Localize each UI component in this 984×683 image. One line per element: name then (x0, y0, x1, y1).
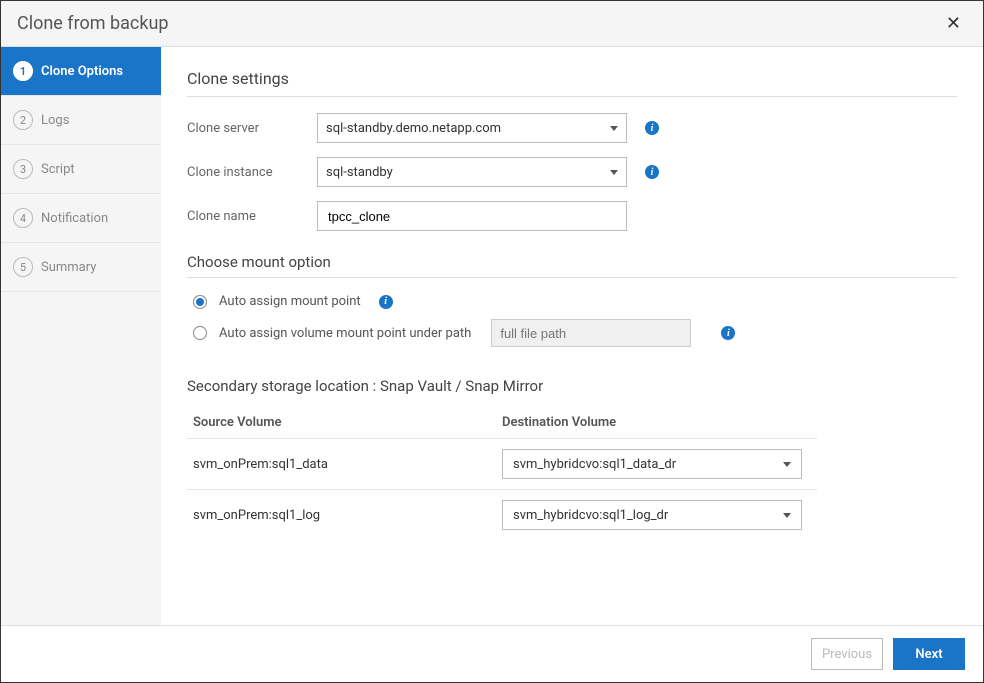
chevron-down-icon (783, 462, 791, 467)
source-volume-cell: svm_onPrem:sql1_log (193, 508, 502, 523)
modal-title: Clone from backup (17, 13, 168, 34)
chevron-down-icon (610, 126, 618, 131)
step-number: 2 (13, 110, 33, 130)
step-label: Logs (41, 113, 69, 128)
table-row: svm_onPrem:sql1_log svm_hybridcvo:sql1_l… (187, 489, 817, 540)
content-area: Clone settings Clone server sql-standby.… (161, 47, 983, 625)
mount-option-auto[interactable]: Auto assign mount point i (193, 294, 957, 309)
clone-instance-row: Clone instance sql-standby i (187, 157, 957, 187)
chevron-down-icon (610, 170, 618, 175)
step-label: Notification (41, 211, 108, 226)
mount-option-heading: Choose mount option (187, 253, 957, 271)
clone-server-label: Clone server (187, 121, 317, 136)
destination-volume-value: svm_hybridcvo:sql1_data_dr (513, 457, 676, 472)
storage-table: Source Volume Destination Volume svm_onP… (187, 407, 817, 540)
clone-server-select[interactable]: sql-standby.demo.netapp.com (317, 113, 627, 143)
divider (187, 277, 957, 278)
source-volume-header: Source Volume (193, 415, 502, 430)
wizard-nav: 1 Clone Options 2 Logs 3 Script 4 Notifi… (1, 47, 161, 625)
clone-modal: Clone from backup ✕ 1 Clone Options 2 Lo… (0, 0, 984, 683)
step-label: Summary (41, 260, 96, 275)
info-icon[interactable]: i (645, 121, 659, 135)
table-row: svm_onPrem:sql1_data svm_hybridcvo:sql1_… (187, 438, 817, 489)
wizard-step-notification[interactable]: 4 Notification (1, 194, 161, 243)
clone-instance-label: Clone instance (187, 165, 317, 180)
destination-volume-header: Destination Volume (502, 415, 811, 430)
destination-volume-select[interactable]: svm_hybridcvo:sql1_data_dr (502, 449, 802, 479)
wizard-step-clone-options[interactable]: 1 Clone Options (1, 47, 161, 96)
step-label: Clone Options (41, 64, 123, 79)
clone-server-value: sql-standby.demo.netapp.com (326, 121, 501, 136)
clone-instance-value: sql-standby (326, 165, 393, 180)
divider (187, 96, 957, 97)
modal-footer: Previous Next (1, 625, 983, 682)
radio-icon[interactable] (193, 295, 207, 309)
step-number: 5 (13, 257, 33, 277)
mount-option-path[interactable]: Auto assign volume mount point under pat… (193, 319, 957, 347)
modal-header: Clone from backup ✕ (1, 1, 983, 47)
clone-name-row: Clone name (187, 201, 957, 231)
wizard-step-summary[interactable]: 5 Summary (1, 243, 161, 292)
mount-option-auto-label: Auto assign mount point (219, 294, 361, 309)
wizard-step-script[interactable]: 3 Script (1, 145, 161, 194)
source-volume-cell: svm_onPrem:sql1_data (193, 457, 502, 472)
info-icon[interactable]: i (379, 295, 393, 309)
destination-volume-select[interactable]: svm_hybridcvo:sql1_log_dr (502, 500, 802, 530)
mount-path-input (491, 319, 691, 347)
info-icon[interactable]: i (645, 165, 659, 179)
clone-instance-select[interactable]: sql-standby (317, 157, 627, 187)
step-number: 3 (13, 159, 33, 179)
storage-heading: Secondary storage location : Snap Vault … (187, 377, 957, 395)
destination-volume-value: svm_hybridcvo:sql1_log_dr (513, 508, 668, 523)
clone-name-input[interactable] (317, 201, 627, 231)
modal-body: 1 Clone Options 2 Logs 3 Script 4 Notifi… (1, 47, 983, 625)
step-label: Script (41, 162, 75, 177)
step-number: 4 (13, 208, 33, 228)
clone-server-row: Clone server sql-standby.demo.netapp.com… (187, 113, 957, 143)
wizard-step-logs[interactable]: 2 Logs (1, 96, 161, 145)
previous-button: Previous (811, 638, 883, 670)
clone-name-label: Clone name (187, 209, 317, 224)
next-button[interactable]: Next (893, 638, 965, 670)
mount-option-path-label: Auto assign volume mount point under pat… (219, 326, 471, 341)
radio-icon[interactable] (193, 326, 207, 340)
close-icon[interactable]: ✕ (940, 11, 967, 36)
step-number: 1 (13, 61, 33, 81)
clone-settings-heading: Clone settings (187, 69, 957, 88)
chevron-down-icon (783, 513, 791, 518)
table-header: Source Volume Destination Volume (187, 407, 817, 438)
info-icon[interactable]: i (721, 326, 735, 340)
